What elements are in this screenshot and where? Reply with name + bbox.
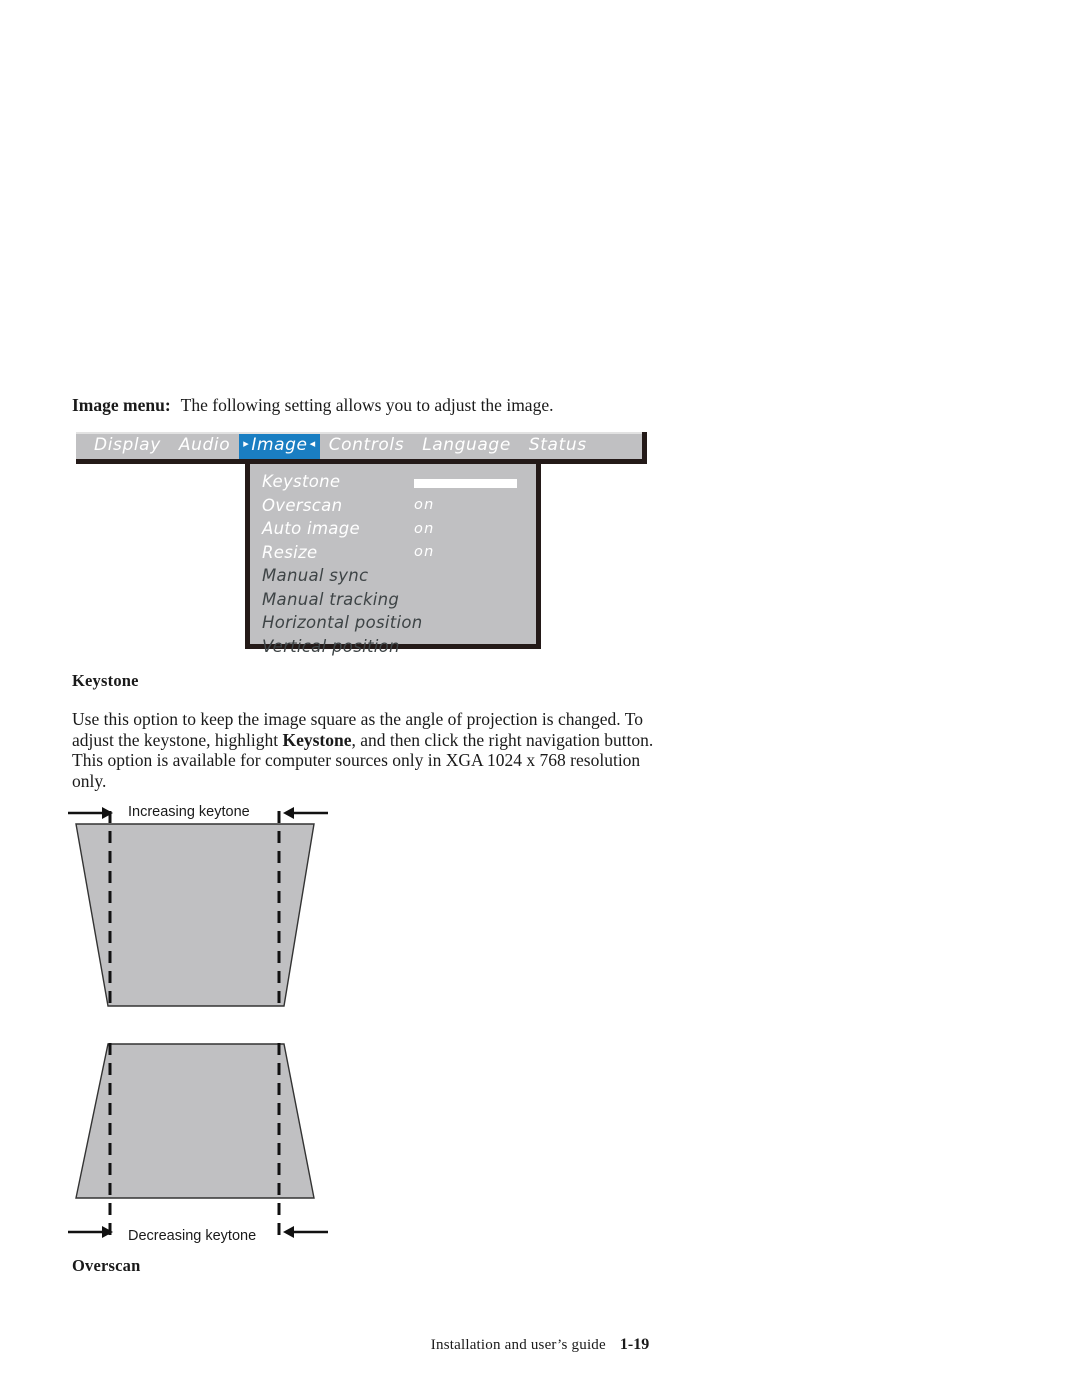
image-menu-intro: Image menu: The following setting allows … — [72, 394, 553, 416]
tab-controls[interactable]: Controls — [320, 433, 413, 459]
increasing-keystone-caption: Increasing keytone — [128, 804, 250, 820]
increasing-keystone-figure — [60, 795, 360, 1015]
decreasing-keystone-figure — [60, 1035, 360, 1255]
menu-item-overscan[interactable]: Overscan on — [250, 494, 536, 518]
menu-item-resize[interactable]: Resize on — [250, 541, 536, 565]
osd-menu-figure: Display Audio ▸ Image ◂ Controls Languag… — [76, 432, 647, 656]
menu-item-manual-sync[interactable]: Manual sync — [250, 564, 536, 588]
tab-language[interactable]: Language — [413, 433, 520, 459]
menu-item-auto-image[interactable]: Auto image on — [250, 517, 536, 541]
right-arrow-head-icon — [283, 807, 294, 819]
menu-item-manual-tracking-label: Manual tracking — [262, 589, 400, 609]
menu-item-keystone[interactable]: Keystone — [250, 470, 536, 494]
keystone-slider[interactable] — [414, 478, 517, 488]
tab-right-marker-icon: ◂ — [309, 437, 316, 450]
page-footer: Installation and user’s guide 1-19 — [0, 1336, 1080, 1354]
intro-rest-text: The following setting allows you to adju… — [180, 395, 554, 415]
document-page: Image menu: The following setting allows … — [0, 0, 1080, 1397]
right-arrow-head-icon — [283, 1226, 294, 1238]
menu-item-horizontal-position-label: Horizontal position — [262, 613, 423, 633]
menu-item-vertical-position[interactable]: Vertical position — [250, 635, 536, 659]
tab-audio[interactable]: Audio — [170, 433, 239, 459]
footer-page-number: 1-19 — [619, 1336, 650, 1353]
tab-display[interactable]: Display — [85, 433, 170, 459]
decreasing-keystone-caption: Decreasing keytone — [128, 1228, 257, 1244]
menu-item-manual-sync-label: Manual sync — [262, 566, 369, 586]
keystone-body-paragraph: Use this option to keep the image square… — [72, 709, 654, 791]
menu-item-auto-image-value: on — [414, 520, 435, 537]
osd-tab-bar: Display Audio ▸ Image ◂ Controls Languag… — [76, 432, 647, 464]
footer-note: Installation and user’s guide — [430, 1337, 606, 1353]
osd-image-menu-panel: Keystone Overscan on Auto image on Resiz… — [245, 464, 541, 656]
menu-item-overscan-label: Overscan — [262, 495, 343, 515]
menu-item-auto-image-label: Auto image — [262, 519, 360, 539]
menu-item-horizontal-position[interactable]: Horizontal position — [250, 611, 536, 635]
menu-item-keystone-label: Keystone — [262, 472, 341, 492]
keystone-section-heading: Keystone — [72, 671, 139, 690]
keystone-body-bold: Keystone — [282, 729, 352, 750]
menu-item-overscan-value: on — [414, 497, 435, 514]
menu-item-manual-tracking[interactable]: Manual tracking — [250, 588, 536, 612]
menu-item-resize-value: on — [414, 544, 435, 561]
tab-image-label: Image — [251, 434, 308, 455]
tab-left-marker-icon: ▸ — [243, 437, 250, 450]
increasing-keystone-svg — [68, 807, 328, 1007]
menu-item-resize-label: Resize — [262, 542, 318, 562]
intro-lead-label: Image menu: — [72, 395, 171, 415]
decreasing-keystone-svg — [68, 1043, 328, 1238]
menu-item-vertical-position-label: Vertical position — [262, 636, 400, 656]
tab-image[interactable]: ▸ Image ◂ — [239, 432, 320, 459]
tab-status[interactable]: Status — [520, 433, 596, 459]
overscan-section-heading: Overscan — [72, 1256, 141, 1275]
